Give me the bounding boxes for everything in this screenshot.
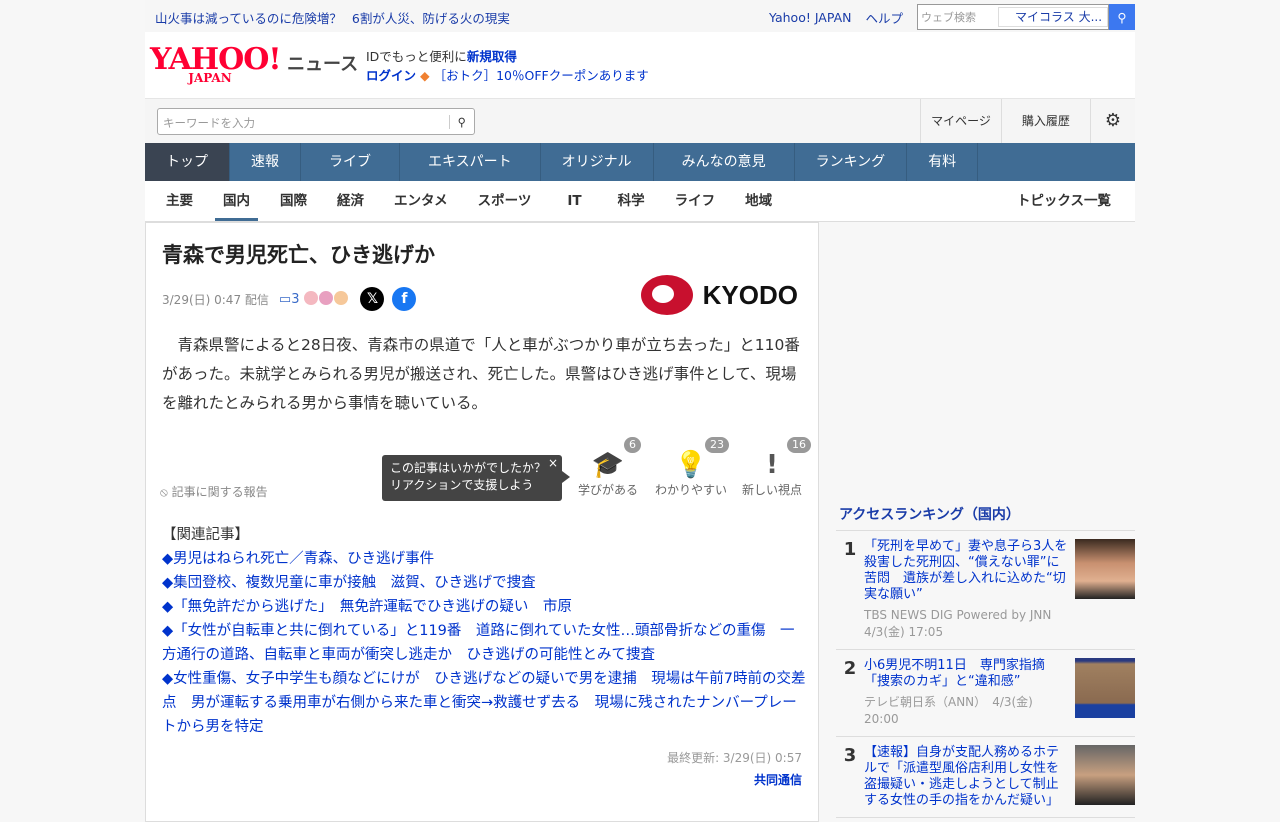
ranking-item[interactable]: 2 小6男児不明11日 専門家指摘「捜索のカギ」と“違和感” テレビ朝日系（ANN）… — [836, 650, 1135, 737]
service-name[interactable]: ニュース — [287, 50, 358, 76]
nav-paid[interactable]: 有料 — [907, 143, 979, 181]
rank-number: 3 — [843, 745, 857, 766]
reaction-learn-button[interactable]: 🎓 6 学びがある — [573, 437, 643, 498]
search-placeholder: ウェブ検索 — [921, 11, 976, 24]
search-button[interactable]: ⚲ — [1109, 4, 1135, 30]
subnav-item[interactable]: 国際 — [272, 181, 315, 221]
search-bar: キーワードを入力 ⚲ マイページ 購入履歴 ⚙ — [145, 98, 1135, 143]
nav-live[interactable]: ライブ — [301, 143, 400, 181]
keyword-placeholder: キーワードを入力 — [163, 116, 255, 130]
nav-expert[interactable]: エキスパート — [400, 143, 541, 181]
topics-list-link[interactable]: トピックス一覧 — [1009, 181, 1119, 221]
gear-icon[interactable]: ⚙ — [1089, 99, 1135, 143]
access-ranking: アクセスランキング（国内） 1 「死刑を早めて」妻や息子ら3人を殺害した死刑囚、“… — [836, 500, 1135, 818]
rank-number: 1 — [843, 539, 857, 560]
ranking-thumbnail[interactable] — [1075, 745, 1135, 805]
reaction-new-view-button[interactable]: ! 16 新しい視点 — [737, 437, 811, 498]
reaction-count: 23 — [705, 437, 729, 453]
reaction-faces-icon — [303, 290, 349, 308]
kyodo-logo[interactable]: KYODO — [640, 275, 798, 315]
subnav-item[interactable]: 経済 — [329, 181, 372, 221]
reaction-label: わかりやすい — [654, 483, 727, 497]
reaction-label: 新しい視点 — [741, 483, 802, 497]
reaction-tooltip: この記事はいかがでしたか？ リアクションで支援しよう × — [382, 455, 570, 501]
report-label: 記事に関する報告 — [171, 485, 268, 499]
related-link[interactable]: ◆集団登校、複数児童に車が接触 滋賀、ひき逃げで捜査 — [162, 571, 807, 595]
report-link[interactable]: ⦸ 記事に関する報告 — [160, 483, 268, 500]
article: 青森で男児死亡、ひき逃げか 3/29(日) 0:47 配信 ▭3 𝕏f KYOD… — [145, 222, 819, 822]
sub-nav: 主要 国内 国際 経済 エンタメ スポーツ IT 科学 ライフ 地域 トピックス一覧 — [145, 181, 1135, 222]
login-link[interactable]: ログイン — [366, 68, 416, 83]
close-icon[interactable]: × — [548, 455, 558, 472]
top-bar: 山火事は減っているのに危険増？ 6割が人災、防げる火の現実 Yahoo! JAPA… — [145, 0, 1135, 32]
help-link[interactable]: ヘルプ — [865, 8, 903, 27]
related-articles: 【関連記事】 ◆男児はねられ死亡／青森、ひき逃げ事件 ◆集団登校、複数児童に車が… — [162, 523, 807, 739]
coupon-icon: ◆ — [420, 68, 430, 83]
ranking-title[interactable]: アクセスランキング（国内） — [836, 500, 1135, 531]
ranking-thumbnail[interactable] — [1075, 539, 1135, 599]
nav-ranking[interactable]: ランキング — [795, 143, 908, 181]
tooltip-line: この記事はいかがでしたか？ — [390, 461, 547, 475]
keyword-input[interactable]: キーワードを入力 ⚲ — [157, 108, 475, 135]
tooltip-line: リアクションで支援しよう — [390, 478, 534, 492]
reaction-count: 16 — [787, 437, 811, 453]
header: YAHOO! JAPAN ニュース IDでもっと便利に新規取得 ログイン ◆ ［お… — [145, 32, 1135, 98]
related-heading: 【関連記事】 — [162, 527, 249, 543]
prohibited-icon: ⦸ — [160, 485, 168, 499]
subnav-item[interactable]: スポーツ — [470, 181, 540, 221]
nav-original[interactable]: オリジナル — [541, 143, 654, 181]
comment-count[interactable]: ▭3 — [279, 292, 300, 307]
search-suggestion[interactable]: マイコラス 大... — [998, 7, 1108, 27]
publisher-link[interactable]: 共同通信 — [754, 773, 802, 787]
facebook-share-icon[interactable]: f — [392, 287, 417, 311]
subnav-item[interactable]: エンタメ — [386, 181, 456, 221]
x-share-icon[interactable]: 𝕏 — [360, 287, 385, 311]
article-body: 青森県警によると28日夜、青森市の県道で「人と車がぶつかり車が立ち去った」と11… — [162, 336, 800, 412]
mypage-link[interactable]: マイページ — [920, 99, 1001, 143]
web-search-input[interactable]: ウェブ検索 マイコラス 大... — [917, 4, 1109, 30]
comment-number: 3 — [291, 291, 300, 307]
nav-opinion[interactable]: みんなの意見 — [654, 143, 795, 181]
search-icon[interactable]: ⚲ — [448, 115, 466, 129]
subnav-item[interactable]: 主要 — [158, 181, 201, 221]
subnav-item[interactable]: 国内 — [215, 181, 258, 221]
coupon-link[interactable]: ［おトク］10％OFFクーポンあります — [434, 68, 649, 83]
ranking-source: テレビ朝日系（ANN） — [864, 695, 981, 709]
top-link[interactable]: 山火事は減っているのに危険増？ — [155, 11, 342, 26]
article-date: 3/29(日) 0:47 配信 — [162, 292, 269, 307]
updated-time: 最終更新: 3/29(日) 0:57 — [667, 751, 802, 765]
yahoo-japan-link[interactable]: Yahoo! JAPAN — [769, 10, 851, 25]
article-title: 青森で男児死亡、ひき逃げか — [162, 243, 435, 267]
ranking-thumbnail[interactable] — [1075, 658, 1135, 718]
history-link[interactable]: 購入履歴 — [1000, 99, 1090, 143]
ranking-item[interactable]: 3 【速報】自身が支配人務めるホテルで「派遣型風俗店利用し女性を盗撮疑い・逃走しよ… — [836, 737, 1135, 818]
reaction-count: 6 — [624, 437, 641, 453]
related-link[interactable]: ◆「女性が自転車と共に倒れている」と119番 道路に倒れていた女性…頭部骨折など… — [162, 619, 807, 667]
search-icon: ⚲ — [1117, 9, 1127, 25]
ranking-source: TBS NEWS DIG Powered by JNN — [864, 608, 1052, 622]
reaction-clear-button[interactable]: 💡 23 わかりやすい — [651, 437, 731, 498]
ranking-link[interactable]: 「死刑を早めて」妻や息子ら3人を殺害した死刑囚、“償えない罪”に苦悶 遺族が差し… — [864, 539, 1067, 602]
main-nav: トップ 速報 ライブ エキスパート オリジナル みんなの意見 ランキング 有料 — [145, 143, 1135, 181]
id-text: IDでもっと便利に — [366, 49, 467, 64]
rank-number: 2 — [843, 658, 857, 679]
subnav-item[interactable]: IT — [553, 181, 595, 221]
related-link[interactable]: ◆「無免許だから逃げた」 無免許運転でひき逃げの疑い 市原 — [162, 595, 807, 619]
subnav-item[interactable]: 地域 — [737, 181, 780, 221]
ranking-item[interactable]: 1 「死刑を早めて」妻や息子ら3人を殺害した死刑囚、“償えない罪”に苦悶 遺族が差… — [836, 531, 1135, 650]
subnav-item[interactable]: ライフ — [667, 181, 724, 221]
reaction-label: 学びがある — [577, 483, 638, 497]
ranking-link[interactable]: 【速報】自身が支配人務めるホテルで「派遣型風俗店利用し女性を盗撮疑い・逃走しよう… — [864, 745, 1059, 808]
ranking-link[interactable]: 小6男児不明11日 専門家指摘「捜索のカギ」と“違和感” — [864, 658, 1045, 689]
nav-breaking[interactable]: 速報 — [230, 143, 301, 181]
comment-icon: ▭ — [278, 291, 292, 307]
yahoo-logo[interactable]: YAHOO! JAPAN — [150, 45, 282, 85]
related-link[interactable]: ◆女性重傷、女子中学生も顔などにけが ひき逃げなどの疑いで男を逮捕 現場は午前7… — [162, 667, 807, 739]
nav-top[interactable]: トップ — [145, 143, 230, 181]
related-link[interactable]: ◆男児はねられ死亡／青森、ひき逃げ事件 — [162, 547, 807, 571]
top-link[interactable]: 6割が人災、防げる火の現実 — [352, 11, 510, 26]
ranking-time: 4/3(金) 17:05 — [864, 625, 944, 639]
subnav-item[interactable]: 科学 — [610, 181, 653, 221]
signup-link[interactable]: 新規取得 — [467, 49, 517, 64]
